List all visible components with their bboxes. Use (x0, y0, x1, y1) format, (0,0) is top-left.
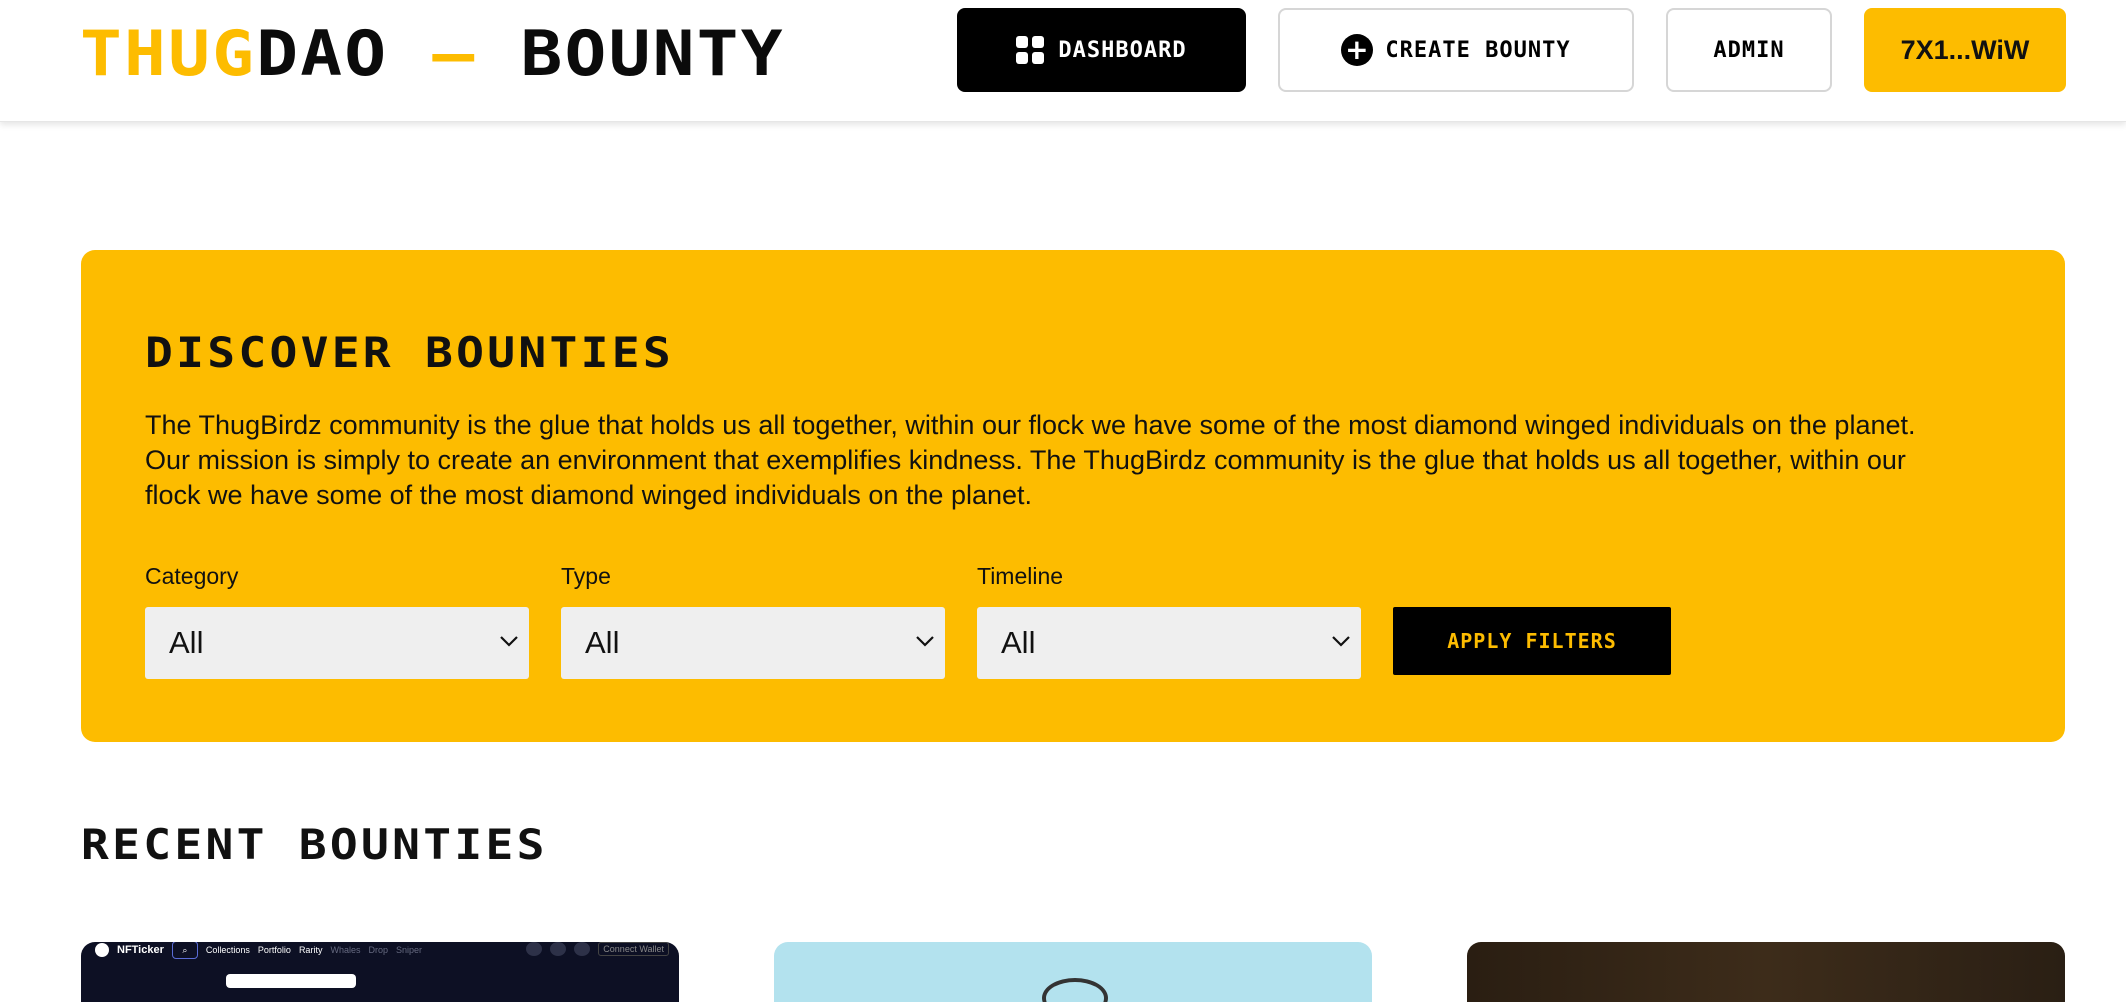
top-header: THUGDAO — BOUNTY DASHBOARD + CREATE BOUN… (0, 0, 2126, 122)
logo-text-thug: THUG (80, 17, 257, 90)
category-select-value: All (169, 625, 204, 660)
dashboard-button[interactable]: DASHBOARD (957, 8, 1246, 92)
create-bounty-button-label: CREATE BOUNTY (1385, 37, 1571, 63)
card-preview-link: Collections (205, 945, 250, 955)
admin-button-label: ADMIN (1713, 37, 1785, 63)
wallet-button[interactable]: 7X1...WiW (1864, 8, 2066, 92)
logo-text-dash: — (388, 17, 521, 90)
category-filter-label: Category (145, 563, 239, 589)
nfticker-logo-icon (95, 943, 109, 957)
bounty-card[interactable] (774, 942, 1372, 1002)
card-preview-nav: NFTicker ⌕ Collections Portfolio Rarity … (95, 942, 422, 959)
card-preview-link: Sniper (395, 945, 422, 955)
calendar-icon (574, 942, 591, 956)
card-preview-connect: Connect Wallet (598, 942, 669, 956)
type-select[interactable]: All (561, 607, 945, 679)
card-preview-brand: NFTicker (117, 944, 164, 956)
recent-bounties-title: RECENT BOUNTIES (81, 820, 548, 869)
timeline-filter-label: Timeline (977, 563, 1064, 589)
bounty-card[interactable]: NFTicker ⌕ Collections Portfolio Rarity … (81, 942, 679, 1002)
plus-circle-icon: + (1341, 34, 1374, 66)
logo-text-bounty: BOUNTY (520, 17, 785, 90)
timeline-select[interactable]: All (977, 607, 1361, 679)
timeline-select-value: All (1001, 625, 1036, 660)
dashboard-button-label: DASHBOARD (1058, 37, 1187, 63)
category-select[interactable]: All (145, 607, 529, 679)
card-preview-link: Whales (330, 945, 361, 955)
grid-icon (1016, 36, 1045, 64)
apply-filters-button[interactable]: APPLY FILTERS (1393, 607, 1671, 675)
card-preview-actions: Connect Wallet (526, 942, 669, 956)
discover-description: The ThugBirdz community is the glue that… (145, 410, 1916, 510)
wallet-address-label: 7X1...WiW (1900, 34, 2030, 65)
bell-icon (550, 942, 567, 956)
type-select-value: All (585, 625, 620, 660)
logo-text-dao: DAO (256, 17, 389, 90)
create-bounty-button[interactable]: + CREATE BOUNTY (1278, 8, 1634, 92)
eye-icon (526, 942, 543, 956)
admin-button[interactable]: ADMIN (1666, 8, 1832, 92)
type-filter-label: Type (561, 563, 611, 589)
discover-title: DISCOVER BOUNTIES (145, 328, 674, 377)
bounty-card[interactable] (1467, 942, 2065, 1002)
chevron-down-icon (1332, 636, 1350, 647)
card-preview-link: Portfolio (257, 945, 291, 955)
site-logo[interactable]: THUGDAO — BOUNTY (80, 18, 785, 90)
chevron-down-icon (500, 636, 518, 647)
card-preview-pill (226, 974, 356, 988)
chevron-down-icon (916, 636, 934, 647)
search-icon: ⌕ (171, 942, 198, 959)
apply-filters-label: APPLY FILTERS (1447, 629, 1617, 653)
card-preview-link: Rarity (298, 945, 323, 955)
card-preview-link: Drop (368, 945, 388, 955)
discover-bounties-panel: DISCOVER BOUNTIES The ThugBirdz communit… (81, 250, 2065, 742)
